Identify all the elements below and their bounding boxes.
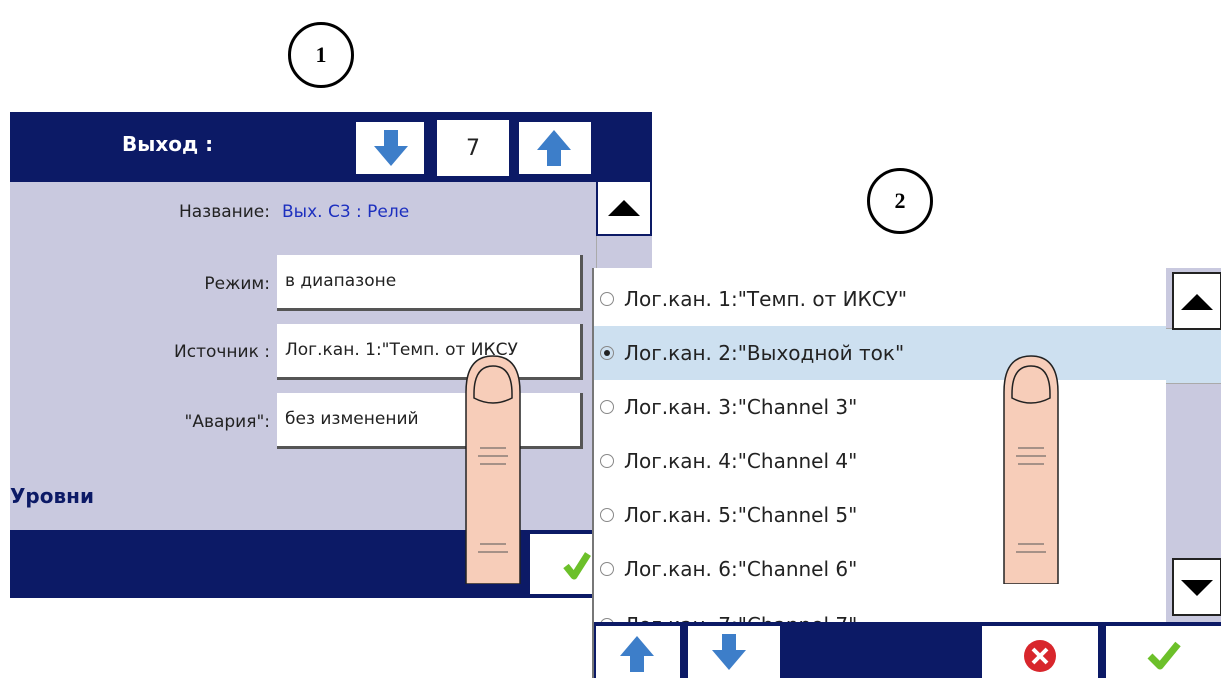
radio-button[interactable] [600, 292, 614, 306]
arrow-up-icon [620, 636, 654, 672]
radio-button[interactable] [600, 508, 614, 522]
scroll-up-icon [1181, 294, 1213, 310]
finger-pointer-icon [465, 355, 521, 584]
mode-label: Режим: [204, 274, 270, 294]
name-label: Название: [178, 202, 270, 222]
arrow-down-icon [374, 130, 408, 166]
list-item[interactable]: Лог.кан. 6:"Channel 6" [594, 542, 1166, 596]
output-down-button[interactable] [354, 120, 426, 176]
checkmark-icon [563, 552, 591, 580]
arrow-down-icon [712, 634, 746, 670]
scroll-up-button[interactable] [596, 180, 652, 236]
list-item[interactable]: Лог.кан. 5:"Channel 5" [594, 488, 1166, 542]
source-label: Источник : [174, 342, 270, 362]
channel-list-panel: Лог.кан. 1:"Темп. от ИКСУ" Лог.кан. 2:"В… [592, 268, 1221, 678]
list-item-label: Лог.кан. 1:"Темп. от ИКСУ" [624, 287, 908, 311]
list-scroll-up-button[interactable] [1172, 272, 1221, 330]
step-marker-1: 1 [288, 22, 354, 88]
output-title: Выход : [122, 132, 214, 156]
ok-button[interactable] [530, 534, 592, 594]
name-value: Вых. С3 : Реле [282, 202, 410, 222]
list-item[interactable]: Лог.кан. 1:"Темп. от ИКСУ" [594, 272, 1166, 326]
finger-pointer-icon [1003, 355, 1059, 584]
cancel-button[interactable] [982, 626, 1098, 678]
ok-button[interactable] [1106, 626, 1221, 678]
alarm-label: "Авария": [184, 412, 271, 432]
radio-button[interactable] [600, 562, 614, 576]
levels-section-title: Уровни [10, 484, 94, 508]
step-marker-2: 2 [867, 168, 933, 234]
scroll-thumb[interactable] [1166, 328, 1221, 384]
list-item-label: Лог.кан. 2:"Выходной ток" [624, 341, 905, 365]
list-item-label: Лог.кан. 5:"Channel 5" [624, 503, 858, 527]
output-up-button[interactable] [517, 120, 593, 176]
list-item[interactable]: Лог.кан. 2:"Выходной ток" [594, 326, 1166, 380]
scroll-down-icon [1181, 580, 1213, 596]
output-settings-panel: Выход : 7 Название: Вых. С3 : Реле Режим… [10, 112, 652, 598]
list-footer [594, 622, 1221, 678]
radio-button[interactable] [600, 400, 614, 414]
list-down-button[interactable] [688, 626, 780, 678]
checkmark-icon [1147, 641, 1181, 670]
radio-button[interactable] [600, 346, 614, 360]
list-item-label: Лог.кан. 3:"Channel 3" [624, 395, 858, 419]
panel-footer [10, 530, 652, 598]
source-select[interactable]: Лог.кан. 1:"Темп. от ИКСУ [277, 324, 583, 380]
list-up-button[interactable] [596, 626, 680, 678]
arrow-up-icon [537, 130, 571, 166]
mode-select[interactable]: в диапазоне [277, 255, 583, 311]
panel-header: Выход : 7 [10, 112, 652, 182]
radio-button[interactable] [600, 454, 614, 468]
cancel-icon [1024, 640, 1056, 672]
list-item-label: Лог.кан. 6:"Channel 6" [624, 557, 858, 581]
scroll-up-icon [608, 200, 640, 216]
alarm-select[interactable]: без изменений [277, 393, 583, 449]
list-item[interactable]: Лог.кан. 3:"Channel 3" [594, 380, 1166, 434]
list-item[interactable]: Лог.кан. 4:"Channel 4" [594, 434, 1166, 488]
list-item-label: Лог.кан. 4:"Channel 4" [624, 449, 858, 473]
output-number[interactable]: 7 [437, 120, 509, 176]
list-scroll-down-button[interactable] [1172, 558, 1221, 616]
